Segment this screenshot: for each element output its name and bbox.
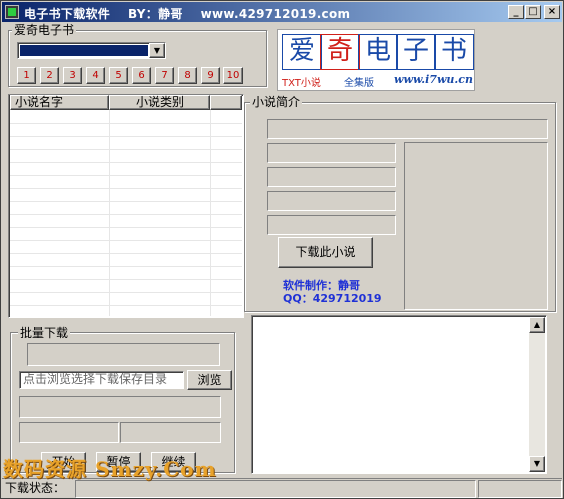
page-button-4[interactable]: 4 (86, 67, 105, 84)
table-row[interactable] (10, 253, 242, 254)
intro-group-legend: 小说简介 (250, 95, 303, 109)
table-row[interactable] (10, 149, 242, 150)
column-header-category[interactable]: 小说类别 (109, 95, 210, 110)
table-row[interactable] (10, 188, 242, 189)
column-divider (210, 110, 211, 316)
page-button-5[interactable]: 5 (109, 67, 128, 84)
novel-info-field-1[interactable] (267, 143, 396, 163)
table-row[interactable] (10, 136, 242, 137)
logo-char: 子 (396, 34, 436, 70)
minimize-button[interactable]: _ (508, 5, 524, 19)
chevron-down-icon: ▼ (153, 46, 161, 55)
table-row[interactable] (10, 175, 242, 176)
page-button-3[interactable]: 3 (63, 67, 82, 84)
table-row[interactable] (10, 266, 242, 267)
page-button-8[interactable]: 8 (178, 67, 197, 84)
novel-intro-textarea[interactable] (251, 315, 547, 474)
batch-status-field (19, 396, 221, 418)
logo-char: 电 (358, 34, 398, 70)
window-title: 电子书下载软件 BY：静哥 www.429712019.com (24, 7, 351, 21)
table-row[interactable] (10, 227, 242, 228)
table-row[interactable] (10, 123, 242, 124)
status-panel-side (478, 480, 562, 498)
logo-sub-right: 全集版 (344, 78, 374, 89)
table-row[interactable] (10, 240, 242, 241)
chevron-down-icon: ▼ (533, 459, 541, 468)
dropdown-arrow-button[interactable]: ▼ (149, 43, 165, 58)
page-button-9[interactable]: 9 (201, 67, 220, 84)
novel-info-field-2[interactable] (267, 167, 396, 187)
catalog-group-legend: 爱奇电子书 (12, 23, 77, 37)
page-button-10[interactable]: 10 (223, 67, 243, 84)
save-dir-input[interactable]: 点击浏览选择下载保存目录 (19, 371, 184, 389)
main-window: 电子书下载软件 BY：静哥 www.429712019.com _ □ × 爱奇… (0, 0, 564, 499)
table-row[interactable] (10, 214, 242, 215)
category-dropdown[interactable]: ▼ (17, 42, 166, 59)
maximize-button[interactable]: □ (525, 5, 541, 19)
logo-char: 爱 (282, 34, 322, 70)
column-header-name[interactable]: 小说名字 (10, 95, 109, 110)
batch-count-field-2 (120, 422, 221, 443)
page-button-1[interactable]: 1 (17, 67, 36, 84)
title-bar[interactable]: 电子书下载软件 BY：静哥 www.429712019.com _ □ × (2, 2, 562, 22)
intro-scrollbar[interactable]: ▲ ▼ (529, 317, 545, 472)
column-divider (109, 110, 110, 316)
novel-list[interactable] (8, 94, 244, 318)
status-panel-main (75, 480, 476, 498)
download-novel-button[interactable]: 下载此小说 (278, 237, 373, 268)
batch-group-legend: 批量下载 (18, 326, 71, 340)
logo: 爱 奇 电 子 书 TXT小说 全集版 www.i7wu.cn (277, 29, 475, 91)
close-button[interactable]: × (544, 5, 560, 19)
logo-char: 书 (434, 34, 474, 70)
logo-site: www.i7wu.cn (394, 73, 473, 86)
dropdown-selection (20, 45, 148, 56)
table-row[interactable] (10, 305, 242, 306)
status-label: 下载状态： (5, 481, 66, 495)
novel-cover-image (404, 142, 548, 310)
scroll-up-button[interactable]: ▲ (529, 317, 545, 333)
novel-title-field[interactable] (267, 119, 548, 139)
scroll-down-button[interactable]: ▼ (529, 456, 545, 472)
page-button-6[interactable]: 6 (132, 67, 151, 84)
table-row[interactable] (10, 292, 242, 293)
table-row[interactable] (10, 162, 242, 163)
browse-button[interactable]: 浏览 (187, 370, 232, 390)
page-button-7[interactable]: 7 (155, 67, 174, 84)
table-row[interactable] (10, 279, 242, 280)
novel-info-field-3[interactable] (267, 191, 396, 211)
page-button-2[interactable]: 2 (40, 67, 59, 84)
novel-info-field-4[interactable] (267, 215, 396, 235)
logo-sub-left: TXT小说 (282, 78, 321, 89)
batch-count-field-1 (19, 422, 119, 443)
app-icon (5, 5, 19, 19)
watermark: 数码资源 Smzy.Com (3, 457, 217, 481)
credit-qq: QQ：429712019 (283, 292, 382, 305)
column-header-extra[interactable] (210, 95, 242, 110)
batch-progress-field (27, 343, 220, 366)
table-row[interactable] (10, 201, 242, 202)
logo-char: 奇 (320, 34, 360, 70)
chevron-up-icon: ▲ (533, 320, 541, 329)
